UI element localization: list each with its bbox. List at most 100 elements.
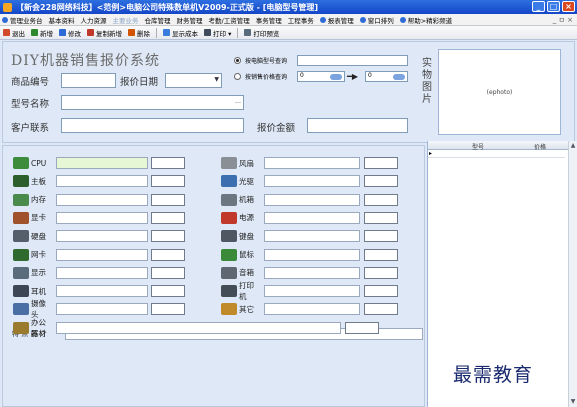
quote-amount-field[interactable] [307,118,408,133]
part-model-field[interactable] [56,248,148,261]
part-model-field[interactable] [56,303,148,316]
part-price-field[interactable] [364,193,398,206]
menu-item[interactable]: 主要业务 [113,15,139,25]
part-model-field[interactable] [264,211,360,224]
menu-icon [2,16,8,23]
window-title: 【新会228网络科技】<范例>电脑公司特殊数单机V2009-正式版 - [电脑型… [16,2,319,12]
customer-label: 客户联系 [11,123,50,134]
close-button[interactable]: × [562,1,575,12]
menu-item[interactable]: 帮助>精彩频道 [399,15,452,25]
part-price-field[interactable] [151,285,185,298]
part-label: 内存 [31,195,46,205]
toolbar-button[interactable]: 新增 [31,28,53,38]
menu-item[interactable]: 人力资源 [81,15,107,25]
menu-item[interactable]: 考勤/工资管理 [209,15,250,25]
part-price-field[interactable] [151,211,185,224]
menu-item[interactable]: 窗口排列 [359,15,394,25]
part-row: 硬盘 [13,228,185,244]
customer-field[interactable] [61,118,244,133]
part-model-field[interactable] [264,230,360,243]
part-model-field[interactable] [264,266,360,279]
part-model-field[interactable] [264,157,360,169]
part-model-field[interactable] [264,193,360,206]
part-price-field[interactable] [151,303,185,316]
part-price-field[interactable] [364,303,398,316]
part-price-field[interactable] [364,157,398,169]
menubar: 管理业务台 基本资料 人力资源 主要业务 仓库管理 财务管理 考勤/工资管理 事务管理 工程事务… [0,14,577,26]
quote-date-picker[interactable]: ▼ [165,73,222,88]
toolbar-button[interactable]: 删除 [128,28,150,38]
toolbar-button[interactable]: 打印 ▾ [204,28,231,38]
part-price-field[interactable] [151,157,185,169]
part-model-field[interactable] [56,211,148,224]
price-from-field[interactable]: 0 [297,71,345,82]
toolbar-button[interactable]: 修改 [59,28,81,38]
part-row: 音箱 [221,265,398,281]
toolbar-button[interactable]: 显示成本 [163,28,198,38]
part-price-field[interactable] [151,248,185,261]
scroll-up-icon[interactable]: ▲ [569,142,577,150]
quote-header-form: DIY机器销售报价系统 商品编号 报价日期 ▼ 型号名称 … 客户联系 报价金额… [2,41,575,143]
part-model-field[interactable] [264,248,360,261]
part-icon [221,157,237,169]
part-model-field[interactable] [56,157,148,169]
query-by-model-radio[interactable] [234,57,241,64]
menu-item[interactable]: 基本资料 [49,15,75,25]
query-by-model-field[interactable] [297,55,408,66]
toolbar-button[interactable]: 退出 [3,28,25,38]
part-model-field[interactable] [264,175,360,188]
part-label: 主板 [31,176,46,186]
minimize-button[interactable]: _ [532,1,545,12]
menu-item[interactable]: 仓库管理 [145,15,171,25]
part-price-field[interactable] [151,193,185,206]
chevron-down-icon: ▼ [214,76,219,83]
part-price-field[interactable] [364,230,398,243]
menu-item[interactable]: 事务管理 [256,15,282,25]
grid-row[interactable]: ▸ [428,150,565,158]
part-model-field[interactable] [56,266,148,279]
part-row: 内存 [13,192,185,208]
part-price-field[interactable] [151,175,185,188]
app-icon [3,2,12,12]
part-price-field[interactable] [345,321,379,334]
arrow-right-icon: ━▶ [347,72,358,81]
part-icon [221,211,237,224]
part-price-field[interactable] [151,230,185,243]
part-price-field[interactable] [364,248,398,261]
part-icon [221,303,237,316]
toolbar-button[interactable]: 打印预览 [244,28,279,38]
part-model-field[interactable] [56,175,148,188]
toolbar-icon [128,29,135,36]
part-price-field[interactable] [364,211,398,224]
part-label: 办公器材 [31,317,46,338]
toolbar-button[interactable]: 复制新增 [87,28,122,38]
menu-item[interactable]: 管理业务台 [2,15,43,25]
menu-item[interactable]: 报表管理 [319,15,354,25]
part-icon [221,248,237,261]
part-row: 机箱 [221,192,398,208]
mdi-window-controls[interactable]: _ ㅁ × [553,15,573,25]
part-price-field[interactable] [151,266,185,279]
part-model-field[interactable] [264,303,360,316]
product-photo[interactable]: (ephoto) [438,49,561,135]
model-name-field[interactable]: … [61,95,244,110]
vertical-scrollbar[interactable]: ▲ ▼ [568,141,577,407]
part-price-field[interactable] [364,285,398,298]
price-to-field[interactable]: 0 [365,71,408,82]
toolbar-button-label: 打印预览 [253,29,280,38]
part-model-field[interactable] [264,285,360,298]
part-model-field[interactable] [56,230,148,243]
part-price-field[interactable] [364,266,398,279]
part-icon [13,266,29,279]
part-model-field[interactable] [56,193,148,206]
part-model-field[interactable] [56,321,341,334]
product-code-field[interactable] [61,73,116,88]
query-by-price-radio[interactable] [234,73,241,80]
part-row: 键盘 [221,228,398,244]
part-model-field[interactable] [56,285,148,298]
menu-item[interactable]: 财务管理 [177,15,203,25]
part-price-field[interactable] [364,175,398,188]
menu-item[interactable]: 工程事务 [288,15,314,25]
scroll-down-icon[interactable]: ▼ [569,398,577,406]
maximize-button[interactable]: □ [547,1,560,12]
